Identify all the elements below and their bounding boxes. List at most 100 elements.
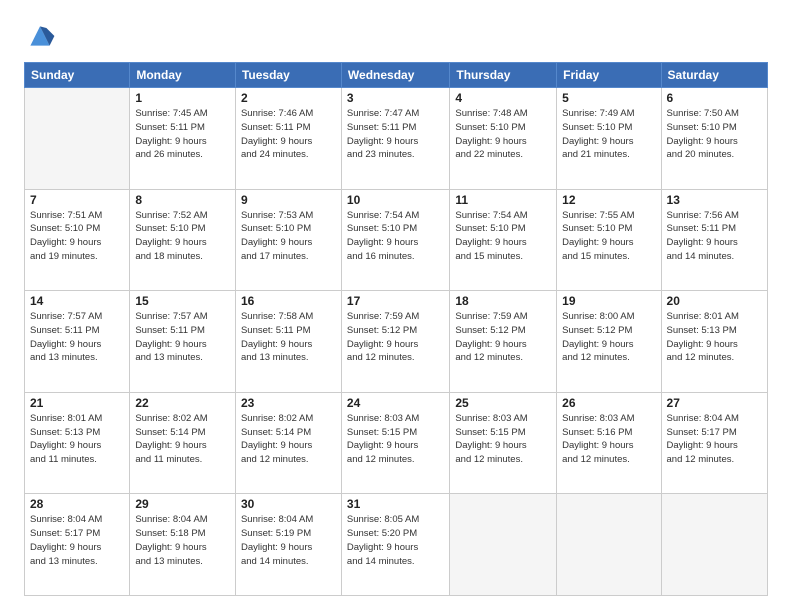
day-info: Sunrise: 7:52 AM Sunset: 5:10 PM Dayligh…	[135, 209, 230, 264]
day-info: Sunrise: 8:02 AM Sunset: 5:14 PM Dayligh…	[241, 412, 336, 467]
week-row-1: 7 Sunrise: 7:51 AM Sunset: 5:10 PM Daylig…	[25, 189, 768, 291]
day-cell: 29 Sunrise: 8:04 AM Sunset: 5:18 PM Dayli…	[130, 494, 236, 596]
day-number: 24	[347, 396, 444, 410]
day-info: Sunrise: 7:54 AM Sunset: 5:10 PM Dayligh…	[347, 209, 444, 264]
day-number: 7	[30, 193, 124, 207]
day-info: Sunrise: 8:01 AM Sunset: 5:13 PM Dayligh…	[667, 310, 762, 365]
weekday-monday: Monday	[130, 63, 236, 88]
day-number: 4	[455, 91, 551, 105]
day-number: 5	[562, 91, 655, 105]
day-cell: 21Sunrise: 8:01 AM Sunset: 5:13 PM Dayli…	[25, 392, 130, 494]
day-cell: 5 Sunrise: 7:49 AM Sunset: 5:10 PM Daylig…	[557, 88, 661, 190]
day-cell	[25, 88, 130, 190]
weekday-tuesday: Tuesday	[235, 63, 341, 88]
day-number: 10	[347, 193, 444, 207]
day-cell	[557, 494, 661, 596]
day-number: 19	[562, 294, 655, 308]
day-info: Sunrise: 8:00 AM Sunset: 5:12 PM Dayligh…	[562, 310, 655, 365]
day-cell: 4Sunrise: 7:48 AM Sunset: 5:10 PM Daylig…	[450, 88, 557, 190]
day-number: 16	[241, 294, 336, 308]
day-cell: 26 Sunrise: 8:03 AM Sunset: 5:16 PM Dayli…	[557, 392, 661, 494]
page: SundayMondayTuesdayWednesdayThursdayFrid…	[0, 0, 792, 612]
day-info: Sunrise: 7:54 AM Sunset: 5:10 PM Dayligh…	[455, 209, 551, 264]
day-cell: 28 Sunrise: 8:04 AM Sunset: 5:17 PM Dayli…	[25, 494, 130, 596]
day-number: 17	[347, 294, 444, 308]
day-number: 8	[135, 193, 230, 207]
day-number: 11	[455, 193, 551, 207]
day-info: Sunrise: 8:04 AM Sunset: 5:17 PM Dayligh…	[667, 412, 762, 467]
calendar: SundayMondayTuesdayWednesdayThursdayFrid…	[24, 62, 768, 596]
day-cell: 2 Sunrise: 7:46 AM Sunset: 5:11 PM Daylig…	[235, 88, 341, 190]
day-info: Sunrise: 8:05 AM Sunset: 5:20 PM Dayligh…	[347, 513, 444, 568]
day-cell: 15 Sunrise: 7:57 AM Sunset: 5:11 PM Dayli…	[130, 291, 236, 393]
day-cell: 3 Sunrise: 7:47 AM Sunset: 5:11 PM Daylig…	[341, 88, 449, 190]
calendar-body: 1Sunrise: 7:45 AM Sunset: 5:11 PM Daylig…	[25, 88, 768, 596]
day-info: Sunrise: 8:04 AM Sunset: 5:19 PM Dayligh…	[241, 513, 336, 568]
day-info: Sunrise: 7:47 AM Sunset: 5:11 PM Dayligh…	[347, 107, 444, 162]
day-number: 2	[241, 91, 336, 105]
day-number: 29	[135, 497, 230, 511]
day-cell: 6Sunrise: 7:50 AM Sunset: 5:10 PM Daylig…	[661, 88, 767, 190]
week-row-2: 14 Sunrise: 7:57 AM Sunset: 5:11 PM Dayli…	[25, 291, 768, 393]
day-number: 9	[241, 193, 336, 207]
week-row-4: 28 Sunrise: 8:04 AM Sunset: 5:17 PM Dayli…	[25, 494, 768, 596]
day-cell	[450, 494, 557, 596]
day-cell: 12Sunrise: 7:55 AM Sunset: 5:10 PM Dayli…	[557, 189, 661, 291]
weekday-wednesday: Wednesday	[341, 63, 449, 88]
logo	[24, 20, 60, 52]
day-info: Sunrise: 7:46 AM Sunset: 5:11 PM Dayligh…	[241, 107, 336, 162]
day-cell: 30 Sunrise: 8:04 AM Sunset: 5:19 PM Dayli…	[235, 494, 341, 596]
day-cell: 24 Sunrise: 8:03 AM Sunset: 5:15 PM Dayli…	[341, 392, 449, 494]
day-number: 28	[30, 497, 124, 511]
day-info: Sunrise: 8:02 AM Sunset: 5:14 PM Dayligh…	[135, 412, 230, 467]
day-cell: 22 Sunrise: 8:02 AM Sunset: 5:14 PM Dayli…	[130, 392, 236, 494]
week-row-3: 21Sunrise: 8:01 AM Sunset: 5:13 PM Dayli…	[25, 392, 768, 494]
day-cell: 23 Sunrise: 8:02 AM Sunset: 5:14 PM Dayli…	[235, 392, 341, 494]
day-cell: 20 Sunrise: 8:01 AM Sunset: 5:13 PM Dayli…	[661, 291, 767, 393]
day-number: 12	[562, 193, 655, 207]
day-cell: 18 Sunrise: 7:59 AM Sunset: 5:12 PM Dayli…	[450, 291, 557, 393]
day-info: Sunrise: 8:03 AM Sunset: 5:16 PM Dayligh…	[562, 412, 655, 467]
day-info: Sunrise: 8:03 AM Sunset: 5:15 PM Dayligh…	[455, 412, 551, 467]
day-number: 31	[347, 497, 444, 511]
day-number: 26	[562, 396, 655, 410]
day-info: Sunrise: 7:59 AM Sunset: 5:12 PM Dayligh…	[347, 310, 444, 365]
day-cell: 10 Sunrise: 7:54 AM Sunset: 5:10 PM Dayli…	[341, 189, 449, 291]
day-info: Sunrise: 7:59 AM Sunset: 5:12 PM Dayligh…	[455, 310, 551, 365]
day-number: 30	[241, 497, 336, 511]
day-cell: 13 Sunrise: 7:56 AM Sunset: 5:11 PM Dayli…	[661, 189, 767, 291]
day-cell: 31 Sunrise: 8:05 AM Sunset: 5:20 PM Dayli…	[341, 494, 449, 596]
day-number: 23	[241, 396, 336, 410]
day-number: 27	[667, 396, 762, 410]
logo-icon	[24, 20, 56, 52]
day-number: 15	[135, 294, 230, 308]
day-cell: 17 Sunrise: 7:59 AM Sunset: 5:12 PM Dayli…	[341, 291, 449, 393]
day-info: Sunrise: 8:04 AM Sunset: 5:18 PM Dayligh…	[135, 513, 230, 568]
day-number: 20	[667, 294, 762, 308]
day-info: Sunrise: 7:57 AM Sunset: 5:11 PM Dayligh…	[135, 310, 230, 365]
day-info: Sunrise: 8:04 AM Sunset: 5:17 PM Dayligh…	[30, 513, 124, 568]
day-info: Sunrise: 7:56 AM Sunset: 5:11 PM Dayligh…	[667, 209, 762, 264]
day-number: 6	[667, 91, 762, 105]
day-cell: 16Sunrise: 7:58 AM Sunset: 5:11 PM Dayli…	[235, 291, 341, 393]
day-cell: 19 Sunrise: 8:00 AM Sunset: 5:12 PM Dayli…	[557, 291, 661, 393]
day-cell: 25Sunrise: 8:03 AM Sunset: 5:15 PM Dayli…	[450, 392, 557, 494]
day-cell: 11 Sunrise: 7:54 AM Sunset: 5:10 PM Dayli…	[450, 189, 557, 291]
day-info: Sunrise: 7:49 AM Sunset: 5:10 PM Dayligh…	[562, 107, 655, 162]
day-number: 14	[30, 294, 124, 308]
day-number: 13	[667, 193, 762, 207]
day-info: Sunrise: 7:53 AM Sunset: 5:10 PM Dayligh…	[241, 209, 336, 264]
day-info: Sunrise: 7:57 AM Sunset: 5:11 PM Dayligh…	[30, 310, 124, 365]
day-info: Sunrise: 7:51 AM Sunset: 5:10 PM Dayligh…	[30, 209, 124, 264]
day-number: 3	[347, 91, 444, 105]
weekday-friday: Friday	[557, 63, 661, 88]
weekday-thursday: Thursday	[450, 63, 557, 88]
day-number: 18	[455, 294, 551, 308]
day-cell: 1Sunrise: 7:45 AM Sunset: 5:11 PM Daylig…	[130, 88, 236, 190]
day-number: 22	[135, 396, 230, 410]
day-info: Sunrise: 8:03 AM Sunset: 5:15 PM Dayligh…	[347, 412, 444, 467]
weekday-saturday: Saturday	[661, 63, 767, 88]
day-cell: 14 Sunrise: 7:57 AM Sunset: 5:11 PM Dayli…	[25, 291, 130, 393]
day-cell: 27 Sunrise: 8:04 AM Sunset: 5:17 PM Dayli…	[661, 392, 767, 494]
day-info: Sunrise: 7:45 AM Sunset: 5:11 PM Dayligh…	[135, 107, 230, 162]
